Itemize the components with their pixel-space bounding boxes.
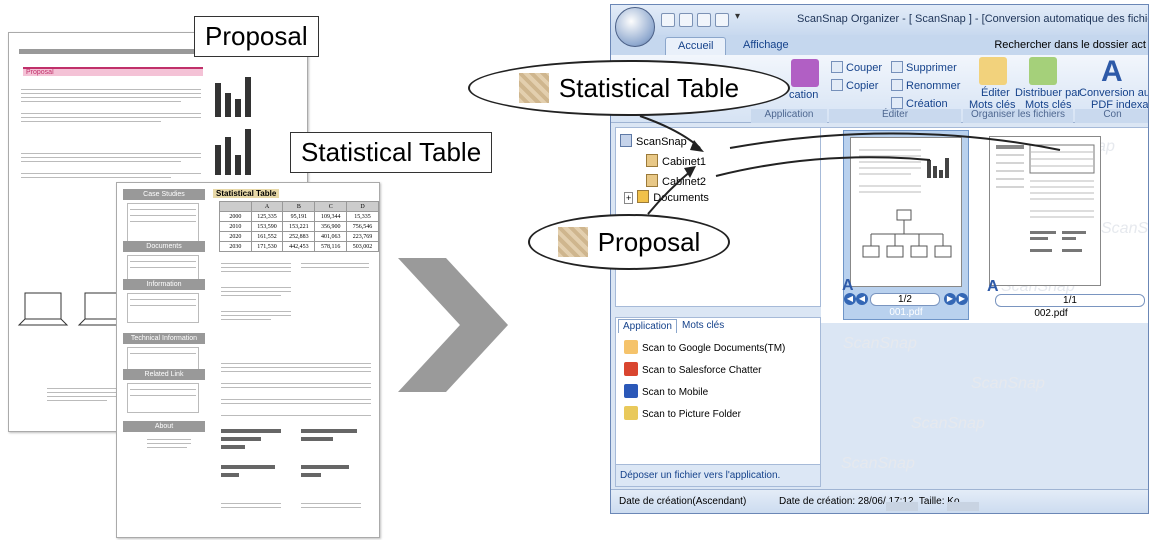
balloon-proposal: Proposal [528, 214, 730, 270]
balloon-text: Proposal [597, 226, 701, 257]
document-thumbnail-icon [518, 73, 549, 103]
balloon-text: Statistical Table [558, 72, 740, 103]
application-menu-orb-icon[interactable] [615, 7, 655, 47]
balloon-statistical-table: Statistical Table [468, 60, 790, 116]
document-thumbnail-icon [557, 227, 588, 257]
